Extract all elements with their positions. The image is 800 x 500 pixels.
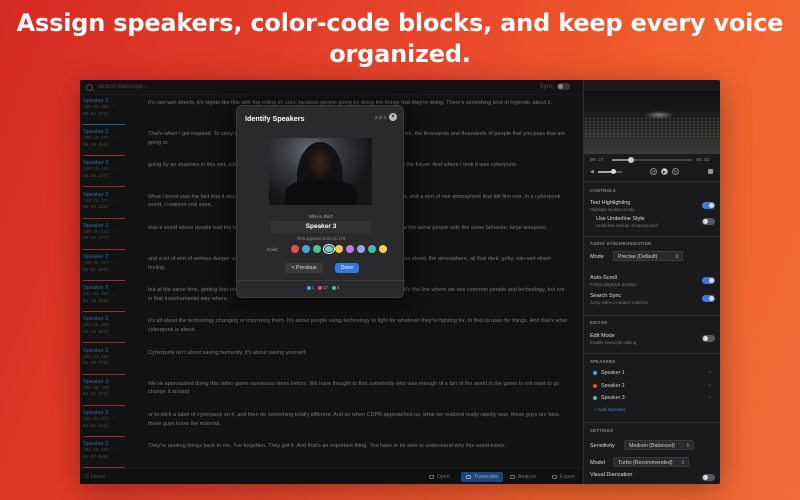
dialog-page-indicator: 3 of 3	[374, 115, 386, 120]
dialog-divider	[237, 280, 405, 281]
stat-count: 1	[311, 285, 315, 290]
color-swatch[interactable]	[368, 245, 376, 253]
chevron-updown-icon: ⇕	[685, 443, 690, 449]
city-lights	[584, 117, 720, 137]
editor-section-title: EDITOR	[590, 320, 608, 325]
auto-scroll-toggle[interactable]	[702, 277, 715, 284]
speaker-stats: 1 17 4	[237, 285, 405, 290]
stat-color-dot	[331, 285, 336, 290]
settings-section-title: SETTINGS	[590, 428, 614, 433]
scrubber-handle[interactable]	[628, 157, 635, 163]
audio-sync-section-title: AUDIO SYNCHRONIZATION	[590, 241, 652, 246]
who-is-this-label: Who is this?	[308, 214, 334, 219]
auto-scroll-option: Auto-Scroll Follow playback position	[590, 275, 715, 287]
edit-mode-option: Edit Mode Enable transcript editing	[590, 333, 715, 345]
close-icon[interactable]: ×	[389, 113, 397, 121]
playback-scrubber[interactable]	[612, 157, 692, 163]
edit-mode-toggle[interactable]	[702, 335, 715, 342]
mode-row: Mode Precise (Default) ⇕	[590, 251, 715, 262]
divider	[584, 315, 720, 316]
speaker-list-item[interactable]: Speaker 3 ×	[590, 394, 715, 404]
playback-controls: ◀ ↺ ▶ ↻	[584, 166, 720, 178]
volume-handle[interactable]	[611, 169, 617, 174]
color-swatch[interactable]	[357, 245, 365, 253]
previous-button[interactable]: < Previous	[285, 263, 323, 273]
color-label: Color:	[267, 247, 280, 252]
remove-icon[interactable]: ×	[708, 370, 711, 376]
stat-count: 4	[336, 285, 340, 290]
add-speaker-button[interactable]: + Add Speaker	[594, 408, 626, 413]
color-swatch[interactable]	[346, 245, 354, 253]
promo-headline: Assign speakers, color-code blocks, and …	[16, 9, 784, 68]
color-picker: Color:	[245, 245, 397, 255]
speakers-section-title: SPEAKERS	[590, 359, 616, 364]
forward-icon[interactable]: ↻	[672, 168, 679, 175]
color-swatch[interactable]	[291, 245, 299, 253]
video-preview[interactable]	[584, 91, 720, 154]
light-glow	[644, 111, 674, 119]
inspector-panel: 00:27 08:53 ◀ ↺ ▶ ↻ CONTROLS Text Highli…	[583, 80, 720, 484]
mode-select[interactable]: Precise (Default) ⇕	[613, 251, 683, 261]
underline-style-toggle[interactable]	[702, 218, 715, 225]
stop-icon[interactable]	[708, 169, 713, 174]
color-swatch[interactable]	[302, 245, 310, 253]
sensitivity-row: Sensitivity Medium (Balanced) ⇕	[590, 440, 715, 451]
first-appears-label: First appears at 00:11.178	[296, 236, 346, 241]
speaker-color-dot	[593, 371, 597, 375]
text-highlighting-option: Text Highlighting Highlight spoken words	[590, 200, 715, 212]
total-time: 08:53	[696, 158, 710, 163]
rewind-icon[interactable]: ↺	[650, 168, 657, 175]
speaker-name-field[interactable]: Speaker 3	[271, 221, 371, 233]
speaker-list-item[interactable]: Speaker 1 ×	[590, 369, 715, 379]
divider	[584, 353, 720, 354]
visual-diarization-option: Visual Diarization	[590, 472, 715, 481]
divider	[584, 181, 720, 182]
model-row: Model Turbo (Recommended) ⇕	[590, 457, 715, 468]
done-button[interactable]: Done	[335, 263, 359, 273]
underline-style-option: Use Underline Style Underline instead of…	[590, 216, 715, 228]
search-sync-toggle[interactable]	[702, 295, 715, 302]
remove-icon[interactable]: ×	[708, 395, 711, 401]
visual-diarization-toggle[interactable]	[702, 474, 715, 481]
color-swatch[interactable]	[379, 245, 387, 253]
identify-speakers-dialog: Identify Speakers 3 of 3 × Who is this? …	[236, 105, 405, 298]
volume-slider[interactable]	[598, 169, 622, 174]
speaker-icon[interactable]: ◀	[590, 169, 594, 175]
search-sync-option: Search Sync Jump video to search matches	[590, 293, 715, 305]
current-time: 00:27	[590, 158, 604, 163]
controls-section-title: CONTROLS	[590, 188, 616, 193]
stat-color-dot	[318, 285, 323, 290]
speaker-face-thumbnail	[269, 138, 372, 205]
sensitivity-select[interactable]: Medium (Balanced) ⇕	[624, 440, 694, 450]
speaker-color-dot	[593, 383, 597, 388]
chevron-updown-icon: ⇕	[674, 254, 679, 260]
dialog-title: Identify Speakers	[245, 114, 305, 123]
stat-color-dot	[306, 285, 311, 290]
stat-count: 17	[323, 285, 328, 290]
chevron-updown-icon: ⇕	[680, 460, 685, 466]
divider	[584, 422, 720, 423]
model-select[interactable]: Turbo (Recommended) ⇕	[613, 457, 689, 467]
color-swatch[interactable]	[324, 245, 334, 253]
play-icon[interactable]: ▶	[661, 168, 668, 175]
speaker-color-dot	[593, 396, 597, 400]
remove-icon[interactable]: ×	[708, 383, 711, 389]
color-swatch[interactable]	[335, 245, 343, 253]
color-swatch[interactable]	[313, 245, 321, 253]
divider	[584, 236, 720, 237]
text-highlighting-toggle[interactable]	[702, 202, 715, 209]
speaker-list-item[interactable]: Speaker 2 ×	[590, 382, 715, 392]
